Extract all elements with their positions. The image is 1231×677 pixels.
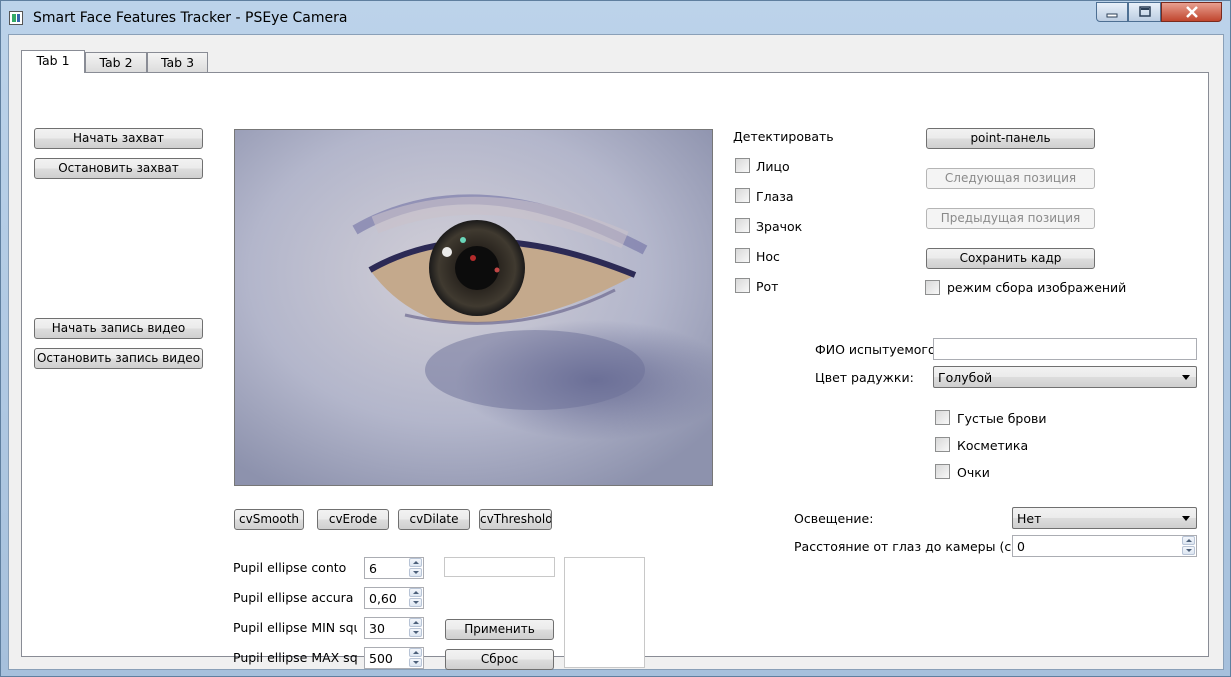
previous-position-button[interactable]: Предыдущая позиция — [926, 208, 1095, 229]
maximize-icon — [1138, 6, 1151, 17]
distance-spinbox[interactable]: 0 — [1012, 535, 1197, 557]
window-title: Smart Face Features Tracker - PSEye Came… — [33, 10, 348, 26]
spin-down-icon[interactable] — [409, 568, 422, 577]
pupil-contour-value: 6 — [369, 561, 377, 576]
next-position-button[interactable]: Следующая позиция — [926, 168, 1095, 189]
distance-value: 0 — [1017, 539, 1025, 554]
cosmetics-checkbox[interactable] — [935, 437, 950, 452]
point-panel-button[interactable]: point-панель — [926, 128, 1095, 149]
collect-mode-checkbox[interactable] — [925, 280, 940, 295]
thick-brows-checkbox[interactable] — [935, 410, 950, 425]
pupil-accuracy-label: Pupil ellipse accura — [233, 590, 354, 605]
pupil-max-square-label: Pupil ellipse MAX squ — [233, 650, 357, 665]
stop-capture-button[interactable]: Остановить захват — [34, 158, 203, 179]
camera-view — [234, 129, 713, 486]
collect-mode-label: режим сбора изображений — [947, 280, 1127, 295]
thick-brows-label: Густые брови — [957, 411, 1047, 426]
detect-eyes-label: Глаза — [756, 189, 794, 204]
spin-down-icon[interactable] — [1182, 546, 1195, 555]
pupil-contour-spinbox[interactable]: 6 — [364, 557, 424, 579]
detect-face-checkbox[interactable] — [735, 158, 750, 173]
start-video-button[interactable]: Начать запись видео — [34, 318, 203, 339]
detect-nose-checkbox[interactable] — [735, 248, 750, 263]
reset-button[interactable]: Сброс — [445, 649, 554, 670]
client-area: Tab 1 Tab 2 Tab 3 Начать захват Останови… — [8, 34, 1224, 670]
close-button[interactable] — [1161, 2, 1222, 22]
chevron-down-icon — [1182, 516, 1190, 521]
pupil-min-square-label: Pupil ellipse MIN squa — [233, 620, 357, 635]
subject-name-label: ФИО испытуемого: — [815, 342, 940, 357]
pupil-max-square-spinbox[interactable]: 500 — [364, 647, 424, 669]
stop-video-button[interactable]: Остановить запись видео — [34, 348, 203, 369]
close-icon — [1185, 6, 1198, 18]
cvdilate-button[interactable]: cvDilate — [398, 509, 470, 530]
iris-color-value: Голубой — [938, 370, 993, 385]
cverode-button[interactable]: cvErode — [317, 509, 389, 530]
pupil-preview-box — [564, 557, 645, 668]
spin-up-icon[interactable] — [409, 648, 422, 657]
pupil-contour-label: Pupil ellipse conto — [233, 560, 347, 575]
spin-down-icon[interactable] — [409, 598, 422, 607]
detect-face-label: Лицо — [756, 159, 790, 174]
tab-3[interactable]: Tab 3 — [147, 52, 208, 72]
distance-label: Расстояние от глаз до камеры (см): — [794, 539, 1030, 554]
cvsmooth-button[interactable]: cvSmooth — [234, 509, 304, 530]
spin-up-icon[interactable] — [409, 618, 422, 627]
detect-heading: Детектировать — [733, 129, 834, 144]
spin-up-icon[interactable] — [409, 558, 422, 567]
cosmetics-label: Косметика — [957, 438, 1029, 453]
eye-closeup-image — [235, 130, 712, 485]
detect-nose-label: Нос — [756, 249, 780, 264]
iris-color-select[interactable]: Голубой — [933, 366, 1197, 388]
app-window: Smart Face Features Tracker - PSEye Came… — [0, 0, 1231, 677]
detect-eyes-checkbox[interactable] — [735, 188, 750, 203]
pupil-accuracy-spinbox[interactable]: 0,60 — [364, 587, 424, 609]
start-capture-button[interactable]: Начать захват — [34, 128, 203, 149]
glasses-checkbox[interactable] — [935, 464, 950, 479]
minimize-button[interactable] — [1096, 2, 1128, 22]
detect-pupil-label: Зрачок — [756, 219, 803, 234]
title-bar[interactable]: Smart Face Features Tracker - PSEye Came… — [1, 1, 1230, 35]
iris-color-label: Цвет радужки: — [815, 370, 914, 385]
tab-1-panel: Начать захват Остановить захват Начать з… — [21, 72, 1209, 670]
save-frame-button[interactable]: Сохранить кадр — [926, 248, 1095, 269]
pupil-max-square-value: 500 — [369, 651, 393, 666]
spin-up-icon[interactable] — [1182, 536, 1195, 545]
lighting-value: Нет — [1017, 511, 1042, 526]
subject-name-input[interactable] — [933, 338, 1197, 360]
apply-button[interactable]: Применить — [445, 619, 554, 640]
pupil-min-square-spinbox[interactable]: 30 — [364, 617, 424, 639]
pupil-info-field — [444, 557, 555, 577]
lighting-label: Освещение: — [794, 511, 874, 526]
detect-mouth-checkbox[interactable] — [735, 278, 750, 293]
app-icon — [9, 11, 23, 25]
spin-up-icon[interactable] — [409, 588, 422, 597]
chevron-down-icon — [1182, 375, 1190, 380]
pupil-min-square-value: 30 — [369, 621, 385, 636]
cvthreshold-button[interactable]: cvThreshold — [479, 509, 552, 530]
minimize-icon — [1106, 13, 1118, 18]
lighting-select[interactable]: Нет — [1012, 507, 1197, 529]
detect-mouth-label: Рот — [756, 279, 779, 294]
tab-1[interactable]: Tab 1 — [21, 50, 85, 73]
maximize-button[interactable] — [1128, 2, 1161, 22]
glasses-label: Очки — [957, 465, 990, 480]
spin-down-icon[interactable] — [409, 628, 422, 637]
pupil-accuracy-value: 0,60 — [369, 591, 397, 606]
tab-2[interactable]: Tab 2 — [85, 52, 147, 72]
detect-pupil-checkbox[interactable] — [735, 218, 750, 233]
spin-down-icon[interactable] — [409, 658, 422, 667]
